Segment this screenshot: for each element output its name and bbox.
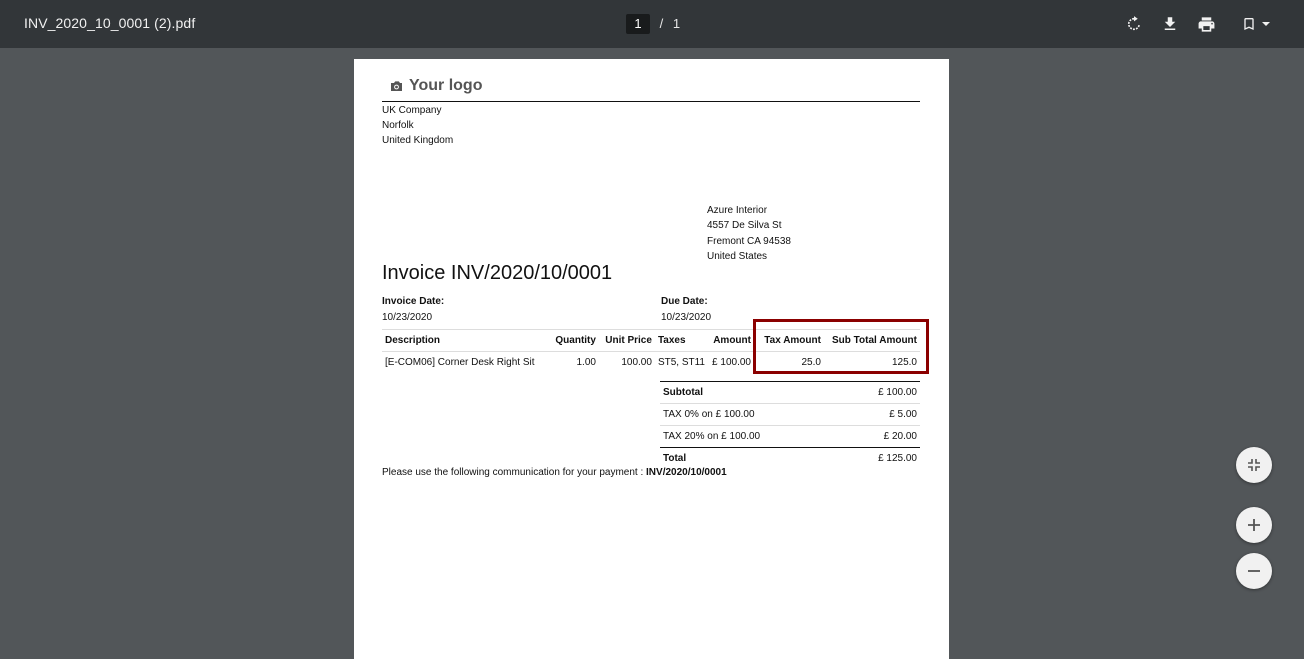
partner-country: United States (707, 250, 768, 262)
current-page-input[interactable]: 1 (626, 14, 650, 34)
line-quantity: 1.00 (576, 357, 596, 368)
tax-row: TAX 0% on £ 100.00 £ 5.00 (660, 403, 920, 426)
line-unit-price: 100.00 (621, 357, 652, 368)
zoom-out-button[interactable] (1236, 553, 1272, 589)
tax-value: £ 5.00 (841, 403, 920, 426)
company-address: UK Company Norfolk United Kingdom (382, 103, 453, 148)
communication-text: Please use the following communication f… (382, 467, 647, 478)
document-file-name: INV_2020_10_0001 (2).pdf (24, 15, 196, 31)
total-pages: 1 (672, 16, 681, 31)
communication-reference: INV/2020/10/0001 (646, 467, 727, 478)
pdf-page: Your logo UK Company Norfolk United King… (354, 59, 949, 659)
due-date-value: 10/23/2020 (661, 312, 712, 323)
tax-label: TAX 0% on £ 100.00 (660, 403, 842, 426)
invoice-date-label: Invoice Date: (382, 296, 445, 307)
partner-address: Azure Interior 4557 De Silva St Fremont … (707, 203, 791, 264)
due-date-label: Due Date: (661, 296, 708, 307)
column-header: Taxes (654, 329, 708, 352)
download-button[interactable] (1158, 12, 1182, 36)
zoom-in-icon (1248, 519, 1260, 531)
column-header: Description (382, 329, 551, 352)
subtotal-row: Subtotal £ 100.00 (660, 381, 920, 404)
tax-row: TAX 20% on £ 100.00 £ 20.00 (660, 425, 920, 448)
pdf-viewer-toolbar: INV_2020_10_0001 (2).pdf 1 / 1 (0, 0, 1304, 48)
partner-city: Fremont CA 94538 (707, 235, 791, 247)
line-description: [E-COM06] Corner Desk Right Sit (385, 357, 535, 368)
column-header: Amount (708, 329, 754, 352)
logo-header: Your logo (382, 77, 920, 102)
bookmark-menu-button[interactable] (1236, 12, 1276, 36)
invoice-date-value: 10/23/2020 (382, 312, 433, 323)
partner-name: Azure Interior (707, 205, 768, 216)
rotate-icon (1127, 16, 1141, 31)
total-row: Total £ 125.00 (660, 447, 920, 469)
invoice-title: Invoice INV/2020/10/0001 (382, 262, 613, 284)
bookmark-icon (1244, 18, 1254, 30)
zoom-in-button[interactable] (1236, 507, 1272, 543)
column-header: Quantity (550, 329, 599, 352)
column-header: Unit Price (598, 329, 655, 352)
tax-label: TAX 20% on £ 100.00 (660, 425, 842, 448)
print-button[interactable] (1194, 12, 1218, 36)
invoice-date-block: Invoice Date: 10/23/2020 (382, 294, 444, 326)
logo-text: Your logo (409, 77, 483, 94)
partner-street: 4557 De Silva St (707, 220, 782, 232)
fit-page-icon (1248, 459, 1260, 471)
highlight-box (753, 319, 929, 374)
zoom-out-icon (1248, 570, 1260, 572)
rotate-button[interactable] (1122, 12, 1146, 36)
company-country: United Kingdom (382, 135, 454, 146)
subtotal-label: Subtotal (660, 381, 842, 404)
totals-table: Subtotal £ 100.00 TAX 0% on £ 100.00 £ 5… (660, 381, 920, 469)
due-date-block: Due Date: 10/23/2020 (661, 294, 711, 326)
total-value: £ 125.00 (841, 447, 920, 469)
company-name: UK Company (382, 105, 442, 116)
subtotal-value: £ 100.00 (841, 381, 920, 404)
camera-icon (391, 81, 402, 91)
page-separator: / (659, 16, 664, 31)
page-indicator: 1 / 1 (626, 14, 680, 34)
line-amount: £ 100.00 (712, 357, 751, 368)
payment-communication: Please use the following communication f… (382, 467, 727, 478)
caret-down-icon (1262, 22, 1270, 26)
download-icon (1164, 17, 1176, 30)
company-city: Norfolk (382, 120, 414, 131)
tax-value: £ 20.00 (841, 425, 920, 448)
total-label: Total (660, 447, 842, 469)
line-taxes: ST5, ST11 (657, 357, 705, 368)
print-icon (1198, 16, 1214, 32)
fit-page-button[interactable] (1236, 447, 1272, 483)
